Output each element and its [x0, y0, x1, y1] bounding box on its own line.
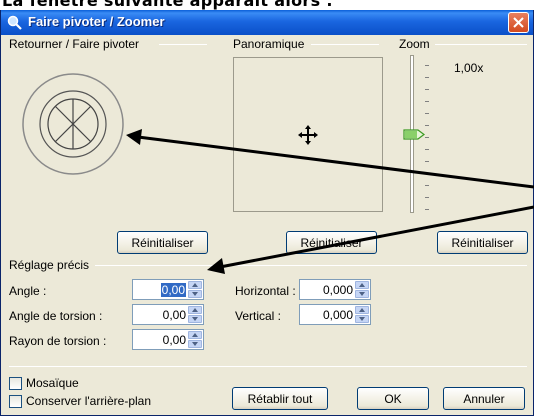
arrow-to-angle: [219, 205, 534, 269]
arrow-to-dial: [137, 135, 534, 189]
arrow-head-icon: [126, 129, 142, 145]
arrow-head-icon: [207, 258, 225, 274]
annotation-arrows: [126, 129, 534, 274]
